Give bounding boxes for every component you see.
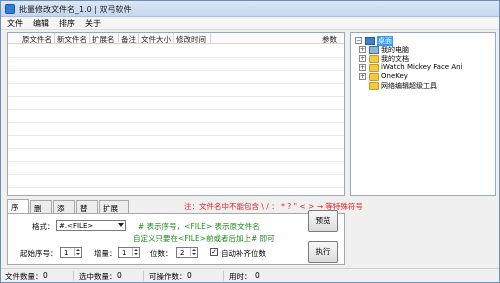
format-label: 格式：: [32, 222, 55, 231]
tree-node-label: OneKey: [381, 72, 408, 80]
file-count-value: 0: [43, 271, 48, 280]
format-hint-1: # 表示序号，<FILE> 表示原文件名: [138, 222, 260, 231]
spin-down-icon[interactable]: [190, 252, 197, 256]
folder-icon: [369, 64, 379, 72]
collapse-icon[interactable]: −: [355, 37, 362, 44]
status-divider: [143, 271, 144, 281]
digits-value: 2: [180, 249, 185, 257]
format-hint-2: 自定义只要在<FILE>前或者后加上# 即可: [133, 234, 275, 243]
selected-count-label: 选中数量：: [79, 272, 117, 281]
spin-down-icon[interactable]: [74, 252, 81, 256]
elapsed-time-label: 用时：: [229, 272, 252, 281]
format-value: #.<FILE>: [59, 222, 94, 230]
menu-bar: 文件 编辑 排序 关于: [1, 17, 499, 30]
tab-serial[interactable]: 序号: [7, 199, 29, 223]
column-divider[interactable]: [54, 33, 55, 44]
start-number-value: 1: [64, 249, 69, 257]
column-divider[interactable]: [118, 33, 119, 44]
preview-button[interactable]: 预览: [308, 210, 338, 232]
col-original-name[interactable]: 原文件名: [22, 34, 52, 45]
chevron-down-icon: [118, 223, 124, 227]
renamable-count-value: 0: [187, 271, 192, 280]
format-combobox[interactable]: #.<FILE>: [56, 220, 126, 231]
file-list-header: 原文件名 新文件名 扩展名 备注 文件大小 修改时间 参数: [8, 33, 344, 44]
file-list[interactable]: 原文件名 新文件名 扩展名 备注 文件大小 修改时间 参数: [7, 32, 345, 196]
col-note[interactable]: 备注: [121, 34, 136, 45]
col-extension[interactable]: 扩展名: [92, 34, 115, 45]
menu-about[interactable]: 关于: [85, 18, 101, 29]
increment-stepper[interactable]: 1: [118, 247, 140, 258]
start-number-stepper[interactable]: 1: [60, 247, 82, 258]
status-bar: 文件数量： 0 选中数量： 0 可操作数： 0 用时： 0: [1, 268, 499, 282]
selected-count-value: 0: [117, 271, 122, 280]
column-divider[interactable]: [210, 33, 211, 44]
computer-icon: [369, 46, 379, 54]
increment-label: 增量：: [94, 249, 117, 258]
folder-tree[interactable]: − 桌面 + 我的电脑 + 我的文档 + iWatch Mickey Face …: [350, 32, 496, 196]
serial-panel: 格式： #.<FILE> # 表示序号，<FILE> 表示原文件名 自定义只要在…: [7, 213, 345, 265]
expand-icon[interactable]: +: [359, 73, 366, 80]
execute-button[interactable]: 执行: [308, 241, 338, 263]
col-modified-time[interactable]: 修改时间: [176, 34, 206, 45]
col-params[interactable]: 参数: [322, 34, 337, 45]
menu-sort[interactable]: 排序: [59, 18, 75, 29]
tab-add[interactable]: 添加: [53, 200, 75, 224]
file-count-label: 文件数量：: [5, 272, 43, 281]
column-divider[interactable]: [89, 33, 90, 44]
auto-pad-checkbox[interactable]: ✓: [210, 248, 218, 256]
start-number-label: 起始序号：: [20, 249, 58, 258]
digits-label: 位数：: [150, 249, 173, 258]
menu-edit[interactable]: 编辑: [33, 18, 49, 29]
expand-icon[interactable]: +: [359, 55, 366, 62]
column-divider[interactable]: [138, 33, 139, 44]
renamable-count-label: 可操作数：: [149, 272, 187, 281]
window-title: 批量修改文件名_1.0 | 双弓软件: [19, 5, 132, 14]
status-divider: [73, 271, 74, 281]
increment-value: 1: [122, 249, 127, 257]
folder-icon: [369, 82, 379, 90]
expand-icon[interactable]: +: [359, 46, 366, 53]
menu-file[interactable]: 文件: [7, 18, 23, 29]
folder-icon: [369, 73, 379, 81]
tree-node-label: 网络编辑超级工具: [381, 82, 437, 90]
desktop-icon: [365, 37, 375, 45]
status-divider: [223, 271, 224, 281]
tree-node-label: iWatch Mickey Face Ani: [381, 63, 463, 71]
col-file-size[interactable]: 文件大小: [141, 34, 171, 45]
column-divider[interactable]: [173, 33, 174, 44]
spin-down-icon[interactable]: [132, 252, 139, 256]
title-bar: 批量修改文件名_1.0 | 双弓软件: [1, 1, 499, 17]
digits-stepper[interactable]: 2: [176, 247, 198, 258]
col-new-name[interactable]: 新文件名: [57, 34, 87, 45]
tab-replace[interactable]: 替换: [76, 200, 98, 224]
elapsed-time-value: 0: [255, 271, 260, 280]
folder-icon: [369, 55, 379, 63]
expand-icon[interactable]: +: [359, 64, 366, 71]
file-list-rows[interactable]: [8, 45, 344, 195]
auto-pad-label: 自动补齐位数: [221, 249, 266, 258]
tab-delete[interactable]: 删除: [30, 200, 52, 224]
app-icon: [5, 4, 15, 14]
tab-extension[interactable]: 扩展名: [99, 200, 129, 224]
main-window: 批量修改文件名_1.0 | 双弓软件 文件 编辑 排序 关于 原文件名 新文件名…: [0, 0, 500, 283]
